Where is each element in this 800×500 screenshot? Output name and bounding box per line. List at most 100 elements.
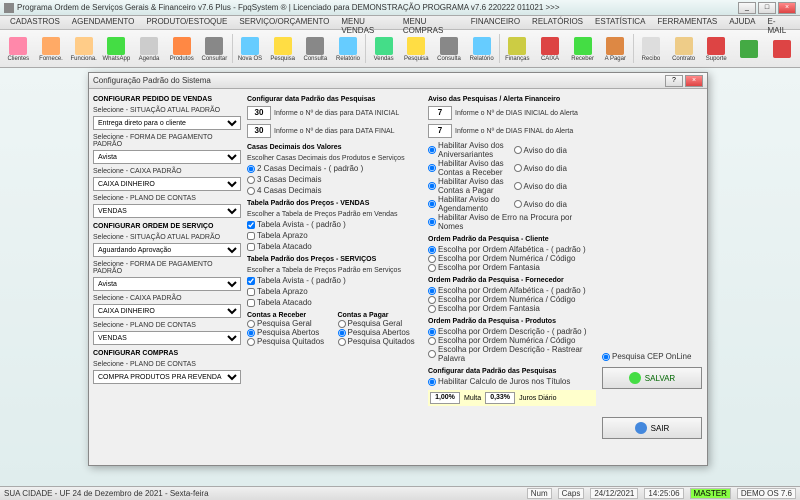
sel-caixa-os[interactable]: CAIXA DINHEIRO (93, 304, 241, 318)
tool-icon (205, 37, 223, 55)
radio-op-1[interactable]: Escolha por Ordem Numérica / Código (428, 336, 596, 345)
tool-produtos[interactable]: Produtos (165, 32, 198, 66)
radio-aviso-0[interactable]: Habilitar Aviso dos Aniversariantes (428, 141, 511, 159)
radio-oc-1[interactable]: Escolha por Ordem Numérica / Código (428, 254, 596, 263)
tool-fornece.[interactable]: Fornece. (35, 32, 68, 66)
lbl-tabela-vendas: Escolher a Tabela de Preços Padrão em Ve… (247, 211, 422, 218)
radio-4casas[interactable]: 4 Casas Decimais (247, 186, 422, 195)
tool-funciona.[interactable]: Funciona. (67, 32, 100, 66)
radio-avisodia-0[interactable]: Aviso do dia (514, 146, 597, 155)
pct-juros[interactable]: 0,33% (485, 392, 515, 404)
tool-receber[interactable]: Receber (566, 32, 599, 66)
radio-3casas[interactable]: 3 Casas Decimais (247, 175, 422, 184)
radio-aviso-2[interactable]: Habilitar Aviso das Contas a Pagar (428, 177, 511, 195)
menu-cadastros[interactable]: CADASTROS (4, 16, 66, 29)
tool-clientes[interactable]: Clientes (2, 32, 35, 66)
chk-vendas-aprazo[interactable]: Tabela Aprazo (247, 231, 422, 240)
radio-cp-quitados[interactable]: Pesquisa Quitados (338, 337, 423, 346)
radio-aviso-1[interactable]: Habilitar Aviso das Contas a Receber (428, 159, 511, 177)
menu-produto/estoque[interactable]: PRODUTO/ESTOQUE (140, 16, 233, 29)
radio-aviso-4[interactable]: Habilitar Aviso de Erro na Procura por N… (428, 213, 596, 231)
dialog-help-button[interactable]: ? (665, 75, 683, 87)
tool-contrato[interactable]: Contrato (667, 32, 700, 66)
tool-icon (773, 40, 791, 58)
chk-serv-aprazo[interactable]: Tabela Aprazo (247, 287, 422, 296)
config-dialog: Configuração Padrão do Sistema ? × CONFI… (88, 72, 708, 466)
sel-plano-vendas[interactable]: VENDAS (93, 204, 241, 218)
num-dias-inicial[interactable]: 30 (247, 106, 271, 120)
hdr-data-pesquisa: Configurar data Padrão das Pesquisas (247, 96, 422, 103)
radio-of-1[interactable]: Escolha por Ordem Numérica / Código (428, 295, 596, 304)
num-alerta-final[interactable]: 7 (428, 124, 452, 138)
sel-caixa-vendas[interactable]: CAIXA DINHEIRO (93, 177, 241, 191)
tool-btn23[interactable] (765, 32, 798, 66)
radio-avisodia-1[interactable]: Aviso do dia (514, 164, 597, 173)
radio-cep-online[interactable]: Pesquisa CEP OnLine (602, 352, 702, 361)
menu-serviço/orçamento[interactable]: SERVIÇO/ORÇAMENTO (233, 16, 335, 29)
menu-relatórios[interactable]: RELATÓRIOS (526, 16, 589, 29)
tool-consulta[interactable]: Consulta (433, 32, 466, 66)
tool-recibo[interactable]: Recibo (635, 32, 668, 66)
menu-e-mail[interactable]: E-MAIL (762, 16, 797, 29)
menu-financeiro[interactable]: FINANCEIRO (465, 16, 526, 29)
radio-avisodia-2[interactable]: Aviso do dia (514, 182, 597, 191)
radio-of-2[interactable]: Escolha por Ordem Fantasia (428, 304, 596, 313)
menu-menu vendas[interactable]: MENU VENDAS (335, 16, 397, 29)
sel-pagto-os[interactable]: Avista (93, 277, 241, 291)
tool-consultar[interactable]: Consultar (198, 32, 231, 66)
tool-nova os[interactable]: Nova OS (234, 32, 267, 66)
close-button[interactable]: × (778, 2, 796, 14)
tool-label: Suporte (706, 56, 727, 62)
tool-whatsapp[interactable]: WhatsApp (100, 32, 133, 66)
pct-multa[interactable]: 1,00% (430, 392, 460, 404)
radio-cp-abertos[interactable]: Pesquisa Abertos (338, 328, 423, 337)
menu-estatística[interactable]: ESTATÍSTICA (589, 16, 651, 29)
minimize-button[interactable]: _ (738, 2, 756, 14)
tool-btn22[interactable] (733, 32, 766, 66)
tool-finanças[interactable]: Finanças (501, 32, 534, 66)
tool-pesquisa[interactable]: Pesquisa (400, 32, 433, 66)
tool-suporte[interactable]: Suporte (700, 32, 733, 66)
maximize-button[interactable]: □ (758, 2, 776, 14)
sel-situacao-os[interactable]: Aguardando Aprovação (93, 243, 241, 257)
menu-ferramentas[interactable]: FERRAMENTAS (651, 16, 723, 29)
radio-cr-quitados[interactable]: Pesquisa Quitados (247, 337, 332, 346)
tool-consulta[interactable]: Consulta (299, 32, 332, 66)
tool-pesquisa[interactable]: Pesquisa (266, 32, 299, 66)
tool-agenda[interactable]: Agenda (133, 32, 166, 66)
radio-oc-2[interactable]: Escolha por Ordem Fantasia (428, 263, 596, 272)
chk-serv-avista[interactable]: Tabela Avista - ( padrão ) (247, 276, 422, 285)
sel-plano-compras[interactable]: COMPRA PRODUTOS PRA REVENDA (93, 370, 241, 384)
radio-of-0[interactable]: Escolha por Ordem Alfabética - ( padrão … (428, 286, 596, 295)
num-dias-final[interactable]: 30 (247, 124, 271, 138)
sel-pagto-vendas[interactable]: Avista (93, 150, 241, 164)
radio-cr-geral[interactable]: Pesquisa Geral (247, 319, 332, 328)
radio-2casas[interactable]: 2 Casas Decimais - ( padrão ) (247, 164, 422, 173)
radio-op-0[interactable]: Escolha por Ordem Descrição - ( padrão ) (428, 327, 596, 336)
tool-relatório[interactable]: Relatório (332, 32, 365, 66)
tool-vendas[interactable]: Vendas (367, 32, 400, 66)
exit-button[interactable]: SAIR (602, 417, 702, 439)
chk-vendas-avista[interactable]: Tabela Avista - ( padrão ) (247, 220, 422, 229)
radio-oc-0[interactable]: Escolha por Ordem Alfabética - ( padrão … (428, 245, 596, 254)
radio-cp-geral[interactable]: Pesquisa Geral (338, 319, 423, 328)
sel-situacao-vendas[interactable]: Entrega direto para o cliente (93, 116, 241, 130)
menu-menu compras[interactable]: MENU COMPRAS (397, 16, 465, 29)
save-button[interactable]: SALVAR (602, 367, 702, 389)
hdr-ordem-servico: CONFIGURAR ORDEM DE SERVIÇO (93, 223, 241, 230)
chk-vendas-atacado[interactable]: Tabela Atacado (247, 242, 422, 251)
chk-serv-atacado[interactable]: Tabela Atacado (247, 298, 422, 307)
radio-aviso-3[interactable]: Habilitar Aviso do Agendamento (428, 195, 511, 213)
radio-cr-abertos[interactable]: Pesquisa Abertos (247, 328, 332, 337)
menu-ajuda[interactable]: AJUDA (723, 16, 761, 29)
sel-plano-os[interactable]: VENDAS (93, 331, 241, 345)
radio-op-2[interactable]: Escolha por Ordem Descrição - Rastrear P… (428, 345, 596, 363)
radio-avisodia-3[interactable]: Aviso do dia (514, 200, 597, 209)
tool-a pagar[interactable]: A Pagar (599, 32, 632, 66)
tool-caixa[interactable]: CAIXA (534, 32, 567, 66)
radio-habilitar-juros[interactable]: Habilitar Calculo de Juros nos Títulos (428, 377, 596, 386)
num-alerta-inicial[interactable]: 7 (428, 106, 452, 120)
tool-relatório[interactable]: Relatório (465, 32, 498, 66)
menu-agendamento[interactable]: AGENDAMENTO (66, 16, 141, 29)
dialog-close-button[interactable]: × (685, 75, 703, 87)
